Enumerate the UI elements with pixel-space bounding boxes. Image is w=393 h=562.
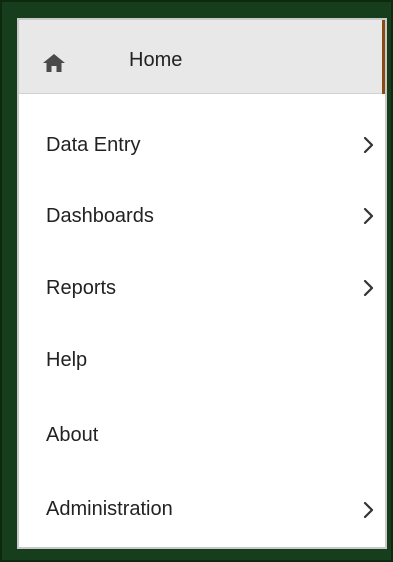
menu-item-help[interactable]: Help: [19, 316, 385, 390]
menu-frame: Home Data Entry Dashboards Reports Help …: [0, 0, 393, 562]
menu-item-administration-label: Administration: [46, 498, 173, 520]
menu-item-home[interactable]: Home: [19, 20, 385, 94]
chevron-right-icon: [363, 279, 375, 297]
menu-item-data-entry[interactable]: Data Entry: [19, 94, 385, 168]
chevron-right-icon: [363, 207, 375, 225]
chevron-right-icon: [363, 501, 375, 519]
navigation-menu: Home Data Entry Dashboards Reports Help …: [17, 18, 387, 549]
menu-item-dashboards-label: Dashboards: [46, 205, 154, 227]
menu-item-about[interactable]: About: [19, 390, 385, 464]
menu-item-reports[interactable]: Reports: [19, 242, 385, 316]
menu-item-data-entry-label: Data Entry: [46, 134, 141, 156]
menu-item-help-label: Help: [46, 349, 88, 371]
menu-accent-bar: [382, 20, 385, 94]
chevron-right-icon: [363, 136, 375, 154]
menu-item-home-label: Home: [129, 49, 183, 71]
menu-item-administration[interactable]: Administration: [19, 464, 385, 538]
home-icon: [43, 54, 65, 72]
menu-item-reports-label: Reports: [46, 277, 117, 299]
menu-item-dashboards[interactable]: Dashboards: [19, 168, 385, 242]
menu-item-about-label: About: [46, 424, 99, 446]
